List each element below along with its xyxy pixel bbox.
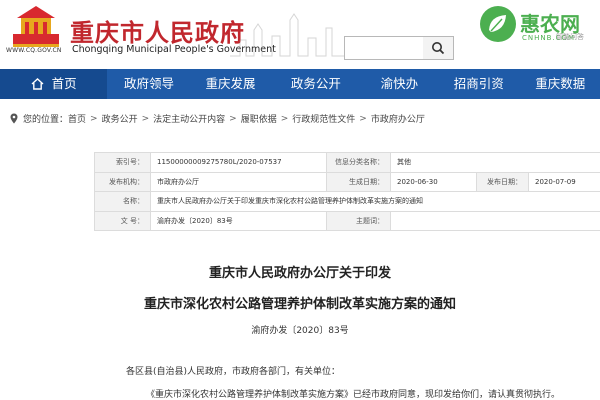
breadcrumb-separator: > bbox=[229, 113, 237, 124]
document-title-line1: 重庆市人民政府办公厅关于印发 bbox=[208, 266, 391, 281]
docno-value: 渝府办发〔2020〕83号 bbox=[150, 210, 327, 231]
name-label: 名称： bbox=[94, 191, 151, 212]
smart-qa-link[interactable]: 智能问答 bbox=[556, 32, 584, 42]
nav-home-label: 首页 bbox=[51, 76, 77, 91]
search-button[interactable] bbox=[423, 37, 453, 59]
breadcrumb-statutory-content[interactable]: 法定主动公开内容 bbox=[153, 112, 225, 125]
breadcrumb-duty-basis[interactable]: 履职依据 bbox=[241, 112, 277, 125]
document-number: 渝府办发〔2020〕83号 bbox=[251, 326, 349, 336]
created-value: 2020-06-30 bbox=[390, 171, 477, 192]
breadcrumb-home[interactable]: 首页 bbox=[68, 112, 86, 125]
site-header: WWW.CQ.GOV.CN 重庆市人民政府 Chongqing Municipa… bbox=[0, 0, 600, 68]
name-value: 重庆市人民政府办公厅关于印发重庆市深化农村公路管理养护体制改革实施方案的通知 bbox=[150, 191, 600, 212]
org-value: 市政府办公厅 bbox=[150, 171, 327, 192]
keywords-label: 主题词： bbox=[326, 210, 391, 231]
breadcrumb: 您的位置： 首页 > 政务公开 > 法定主动公开内容 > 履职依据 > 行政规范… bbox=[10, 112, 425, 125]
breadcrumb-general-office[interactable]: 市政府办公厅 bbox=[371, 112, 425, 125]
nav-item-open-government[interactable]: 政务公开 bbox=[270, 69, 361, 99]
index-label: 索引号： bbox=[94, 152, 151, 173]
location-pin-icon bbox=[10, 113, 18, 124]
index-value: 11500000009275780L/2020-07537 bbox=[150, 152, 327, 173]
table-row: 文 号： 渝府办发〔2020〕83号 主题词： bbox=[94, 210, 600, 231]
nav-item-investment[interactable]: 招商引资 bbox=[437, 69, 520, 99]
search-input[interactable] bbox=[344, 36, 454, 60]
site-url: WWW.CQ.GOV.CN bbox=[6, 47, 62, 54]
nav-item-development[interactable]: 重庆发展 bbox=[191, 69, 270, 99]
published-value: 2020-07-09 bbox=[528, 171, 600, 192]
breadcrumb-separator: > bbox=[141, 113, 150, 124]
created-label: 生成日期： bbox=[326, 171, 391, 192]
main-nav: 首页 政府领导 重庆发展 政务公开 渝快办 招商引资 重庆数据 bbox=[0, 69, 600, 99]
nav-item-yukuaiban[interactable]: 渝快办 bbox=[362, 69, 438, 99]
published-label: 发布日期： bbox=[476, 171, 529, 192]
table-row: 名称： 重庆市人民政府办公厅关于印发重庆市深化农村公路管理养护体制改革实施方案的… bbox=[94, 191, 600, 212]
nav-item-home[interactable]: 首页 bbox=[0, 69, 108, 99]
docno-label: 文 号： bbox=[94, 210, 151, 231]
skyline-decoration bbox=[230, 13, 350, 57]
nav-item-data[interactable]: 重庆数据 bbox=[521, 69, 600, 99]
breadcrumb-open-government[interactable]: 政务公开 bbox=[102, 112, 138, 125]
breadcrumb-prefix: 您的位置： bbox=[23, 115, 69, 125]
table-row: 发布机构： 市政府办公厅 生成日期： 2020-06-30 发布日期： 2020… bbox=[94, 171, 600, 192]
breadcrumb-separator: > bbox=[280, 113, 289, 124]
org-label: 发布机构： bbox=[94, 171, 151, 192]
document-paragraph: 《重庆市深化农村公路管理养护体制改革实施方案》已经市政府同意，现印发给你们，请认… bbox=[146, 390, 561, 400]
home-icon bbox=[31, 78, 44, 90]
government-emblem-icon[interactable] bbox=[9, 4, 63, 48]
breadcrumb-normative-documents[interactable]: 行政规范性文件 bbox=[292, 112, 355, 125]
watermark-leaf-icon bbox=[480, 6, 516, 42]
breadcrumb-separator: > bbox=[90, 113, 98, 124]
breadcrumb-separator: > bbox=[359, 113, 367, 124]
document-title-line2: 重庆市深化农村公路管理养护体制改革实施方案的通知 bbox=[143, 297, 456, 312]
nav-item-leaders[interactable]: 政府领导 bbox=[107, 69, 190, 99]
document-info-table: 索引号： 11500000009275780L/2020-07537 信息分类名… bbox=[94, 152, 600, 231]
search-icon bbox=[432, 42, 445, 55]
keywords-value bbox=[390, 210, 600, 231]
site-title[interactable]: 重庆市人民政府 bbox=[70, 13, 245, 48]
category-value: 其他 bbox=[390, 152, 600, 173]
document-salutation: 各区县(自治县)人民政府，市政府各部门，有关单位： bbox=[126, 367, 341, 377]
table-row: 索引号： 11500000009275780L/2020-07537 信息分类名… bbox=[94, 152, 600, 173]
category-label: 信息分类名称： bbox=[326, 152, 391, 173]
